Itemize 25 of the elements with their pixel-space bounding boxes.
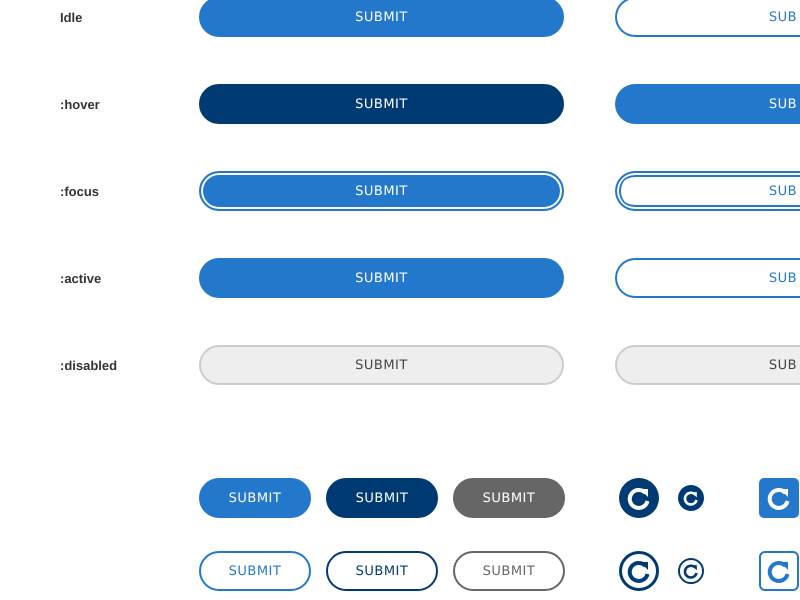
submit-button[interactable]: SUB xyxy=(615,171,800,211)
state-label: :hover xyxy=(59,96,101,112)
refresh-circle-button[interactable] xyxy=(678,558,704,584)
state-label: :disabled xyxy=(59,358,118,372)
submit-button[interactable]: SUBMIT xyxy=(199,0,564,37)
submit-button[interactable]: SUBMIT xyxy=(453,478,565,518)
refresh-square-button[interactable] xyxy=(759,478,799,518)
refresh-circle-button[interactable] xyxy=(619,551,659,591)
submit-button[interactable]: SUBMIT xyxy=(326,478,438,518)
submit-button[interactable]: SUBMIT xyxy=(199,171,564,211)
state-label: Idle xyxy=(59,10,84,24)
refresh-circle-button[interactable] xyxy=(619,478,659,518)
refresh-square-button[interactable] xyxy=(759,551,799,591)
state-label: :focus xyxy=(59,184,100,198)
submit-button[interactable]: SUBMIT xyxy=(199,551,311,591)
submit-button[interactable]: SUBMIT xyxy=(199,478,311,518)
refresh-circle-button[interactable] xyxy=(678,485,704,511)
submit-button[interactable]: SUB xyxy=(615,84,800,124)
submit-button[interactable]: SUBMIT xyxy=(199,258,564,298)
submit-button[interactable]: SUBMIT xyxy=(453,551,565,591)
submit-button[interactable]: SUBMIT xyxy=(199,84,564,124)
submit-button[interactable]: SUB xyxy=(615,258,800,298)
submit-button[interactable]: SUB xyxy=(615,0,800,37)
state-label: :active xyxy=(59,270,102,286)
submit-button[interactable]: SUBMIT xyxy=(326,551,438,591)
